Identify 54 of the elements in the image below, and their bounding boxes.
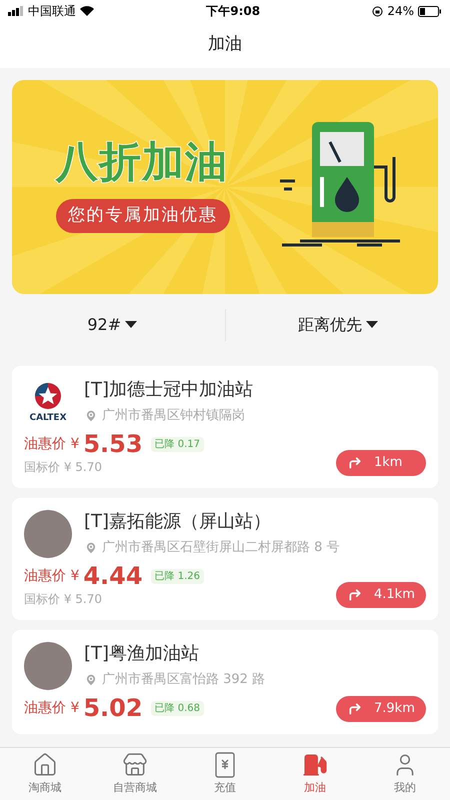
station-name: [T]加德士冠中加油站 <box>84 378 254 402</box>
distance-navigate-button[interactable]: 4.1km <box>336 582 426 608</box>
promo-banner[interactable]: 八折加油 您的专属加油优惠 <box>12 80 438 294</box>
photo-placeholder <box>24 642 72 690</box>
price-drop-tag: 已降 0.68 <box>150 700 204 716</box>
discount-price-label: 油惠价 ¥ <box>24 434 80 454</box>
discount-price: 5.53 <box>83 430 143 458</box>
signal-icon <box>8 6 24 16</box>
discount-price: 4.44 <box>83 562 143 590</box>
station-name: [T]嘉拓能源（屏山站） <box>84 510 272 534</box>
banner-subtitle: 您的专属加油优惠 <box>56 199 230 233</box>
home-icon <box>32 752 58 778</box>
standard-price: 国标价 ¥ 5.70 <box>24 459 103 476</box>
standard-price: 国标价 ¥ 5.70 <box>24 591 103 608</box>
turn-arrow-icon <box>348 588 362 602</box>
price-drop-tag: 已降 0.17 <box>150 436 204 452</box>
station-address: 广州市番禺区钟村镇隔岗 <box>102 407 245 425</box>
filter-dropdown[interactable]: 距离优先 <box>298 313 378 337</box>
page-title: 加油 <box>208 33 242 56</box>
rotation-lock-icon <box>372 6 384 16</box>
distance-navigate-button[interactable]: 7.9km <box>336 696 426 722</box>
fuel-pump-icon <box>302 752 328 778</box>
caret-icon <box>366 321 378 329</box>
tab-item[interactable]: 加油 <box>270 748 360 800</box>
location-pin-icon <box>84 540 98 555</box>
discount-price-label: 油惠价 ¥ <box>24 698 80 718</box>
banner-headline: 八折加油 <box>56 141 228 184</box>
photo-placeholder <box>24 510 72 558</box>
tab-item[interactable]: 自营商城 <box>90 748 180 800</box>
distance-navigate-button[interactable]: 1km <box>336 450 426 476</box>
turn-arrow-icon <box>348 456 362 470</box>
tab-item[interactable]: 充值 <box>180 748 270 800</box>
brand-name: CALTEX <box>29 414 67 422</box>
station-address: 广州市番禺区石壁街屏山二村屏都路 8 号 <box>102 539 340 557</box>
star-logo-icon <box>34 382 62 410</box>
filter-dropdown[interactable]: 92# <box>87 313 138 337</box>
station-address: 广州市番禺区富怡路 392 路 <box>102 671 266 689</box>
tab-item[interactable]: 我的 <box>360 748 450 800</box>
wifi-icon <box>80 6 94 16</box>
station-name: [T]粤渔加油站 <box>84 642 200 666</box>
tab-item[interactable]: 淘商城 <box>0 748 90 800</box>
store-icon <box>122 752 148 778</box>
recharge-card-icon <box>215 752 235 778</box>
discount-price-label: 油惠价 ¥ <box>24 566 80 586</box>
carrier-name: 中国联通 <box>28 3 76 20</box>
battery-icon <box>418 6 442 16</box>
discount-price: 5.02 <box>83 694 143 722</box>
location-pin-icon <box>84 408 98 423</box>
price-drop-tag: 已降 1.26 <box>150 568 204 584</box>
turn-arrow-icon <box>348 702 362 716</box>
clock-time: 下午9:08 <box>206 3 260 20</box>
caret-icon <box>125 321 138 329</box>
location-pin-icon <box>84 672 98 687</box>
battery-percent: 24% <box>387 3 414 20</box>
